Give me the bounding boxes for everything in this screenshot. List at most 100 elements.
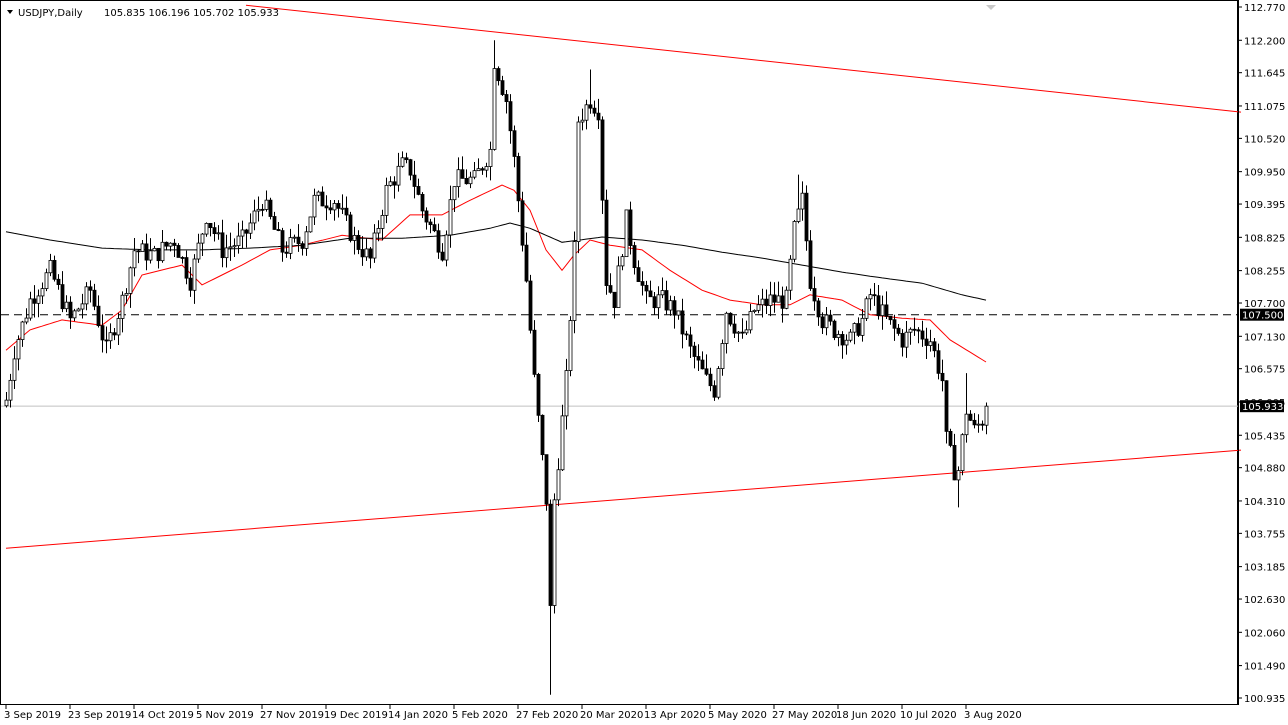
candle-body-bull (124, 293, 129, 296)
candle-body-bear (612, 291, 617, 308)
candle-body-bull (108, 332, 113, 342)
level-price-tag: 107.500 (1242, 311, 1283, 322)
candle-body-bear (544, 454, 549, 505)
candle (544, 454, 549, 511)
candle-body-bear (536, 373, 541, 416)
candle-body-bear (440, 251, 445, 261)
candle-body-bull (168, 242, 173, 247)
candle-body-bear (432, 224, 437, 232)
price-tick-label: 112.770 (1244, 3, 1285, 14)
candle-body-bear (728, 312, 733, 325)
candle-body-bull (252, 210, 257, 224)
candle-body-bull (292, 236, 297, 239)
candle-body-bear (512, 130, 517, 157)
candle-body-bear (648, 290, 653, 298)
candle-body-bear (940, 372, 945, 382)
candle (624, 209, 629, 258)
candle-body-bear (900, 333, 905, 348)
candle-body-bull (768, 294, 773, 306)
candle-body-bull (264, 199, 269, 210)
candle-body-bull (860, 317, 865, 336)
candle (792, 220, 797, 263)
candle-body-bull (584, 104, 589, 121)
time-tick-label: 5 May 2020 (708, 710, 767, 721)
candle-body-bear (516, 156, 521, 202)
candle-body-bull (492, 68, 497, 150)
candle-body-bear (540, 414, 545, 456)
price-tick-label: 109.395 (1244, 200, 1285, 211)
candle-body-bull (316, 191, 321, 196)
candle-body-bull (928, 341, 933, 346)
candle-body-bull (908, 328, 913, 333)
candle-body-bull (552, 499, 557, 606)
candle-body-bear (324, 205, 329, 209)
candle-body-bear (404, 157, 409, 161)
candle-body-bull (656, 294, 661, 309)
candle (348, 211, 353, 243)
candle (572, 231, 577, 334)
candle-body-bull (312, 194, 317, 218)
ohlc-readout: 105.835 106.196 105.702 105.933 (104, 8, 279, 19)
candle (176, 243, 181, 258)
candle-body-bull (484, 166, 489, 171)
candle-body-bull (444, 234, 449, 261)
candle-body-bull (332, 203, 337, 211)
candle-body-bull (76, 308, 81, 312)
candle-body-bull (192, 258, 197, 291)
price-tick-label: 100.935 (1244, 694, 1285, 705)
candle-body-bull (384, 184, 389, 216)
candle-body-bear (524, 244, 529, 282)
candle-body-bull (372, 232, 377, 259)
candle-body-bull (620, 256, 625, 267)
candle (728, 312, 733, 327)
candle-body-bear (144, 243, 149, 261)
candle-body-bear (300, 243, 305, 249)
candle (604, 189, 609, 295)
candle-body-bear (156, 247, 161, 262)
chart-window[interactable]: 112.770 112.200 111.645 111.075 110.520 109.9… (0, 0, 1288, 725)
candle-body-bull (720, 343, 725, 370)
candle-body-bear (820, 316, 825, 329)
time-tick-label: 19 Dec 2019 (324, 710, 388, 721)
price-chart[interactable]: 112.770 112.200 111.645 111.075 110.520 109.9… (0, 0, 1288, 725)
candle-body-bear (272, 216, 277, 230)
candle-body-bull (848, 331, 853, 341)
candle-body-bear (952, 445, 957, 481)
candle-body-bear (548, 503, 553, 606)
candle-body-bull (452, 186, 457, 201)
price-tick-label: 104.880 (1244, 464, 1285, 475)
candle-body-bear (504, 94, 509, 103)
candle-body-bull (748, 311, 753, 331)
candle (308, 216, 313, 233)
candle-body-bull (792, 221, 797, 260)
candle-body-bull (8, 379, 13, 401)
candle-body-bull (776, 295, 781, 303)
time-tick-label: 27 Feb 2020 (516, 710, 578, 721)
candle-body-bear (428, 221, 433, 226)
candle-body-bull (844, 339, 849, 346)
candle-body-bear (816, 300, 821, 318)
candle-body-bull (116, 318, 121, 336)
candle-body-bear (920, 330, 925, 340)
candle-body-bear (636, 267, 641, 282)
candle-body-bull (140, 243, 145, 252)
candle-body-bear (336, 203, 341, 209)
candle-body-bull (204, 222, 209, 235)
candle (832, 319, 837, 341)
candle-body-bear (188, 277, 193, 291)
price-tick-label: 102.060 (1244, 628, 1285, 639)
candle-body-bull (388, 181, 393, 186)
candle-body-bear (840, 334, 845, 346)
candle-body-bull (724, 312, 729, 344)
candle (540, 414, 545, 461)
candle-body-bull (228, 246, 233, 249)
candle-body-bear (640, 281, 645, 286)
candle-body-bull (160, 241, 165, 262)
candle-body-bear (56, 278, 61, 285)
candle-body-bull (224, 247, 229, 259)
time-tick-label: 27 May 2020 (772, 710, 837, 721)
candle-body-bear (608, 285, 613, 293)
candle-body-bear (896, 327, 901, 334)
candle-body-bear (884, 304, 889, 317)
candle (576, 116, 581, 254)
